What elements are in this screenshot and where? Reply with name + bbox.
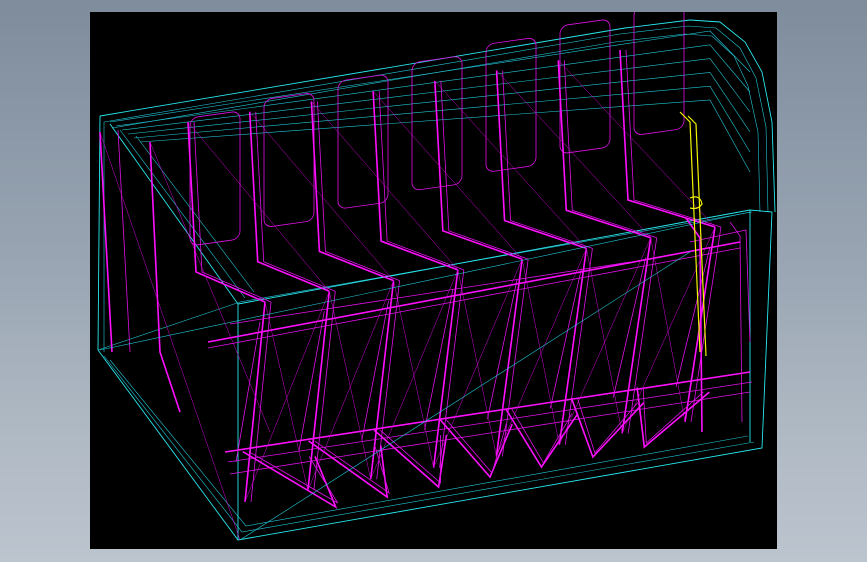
base-inner [103, 355, 755, 533]
roof-diagonal-brace [311, 101, 459, 271]
roof-panel [559, 19, 611, 154]
wall-post-secondary [612, 257, 647, 398]
rear-left-post [97, 115, 101, 351]
roof-rafter [495, 70, 587, 250]
roof-rafter-inner [563, 60, 657, 239]
rear-end-frame-3 [149, 141, 181, 413]
wall-diagonal-brace [650, 237, 686, 423]
floor-truss-inner [380, 429, 441, 484]
structural-frames [99, 49, 753, 509]
wall-diagonal-brace [521, 259, 560, 445]
roof-diagonal-brace [187, 121, 330, 292]
rear-end-frame-2 [117, 129, 131, 353]
eave-beam-lower [207, 247, 741, 349]
floor-truss [570, 397, 645, 459]
roof-rafter-inner [502, 70, 593, 249]
roof-panel [263, 93, 315, 227]
wall-diagonal-brace [329, 291, 371, 480]
roof-longitudinal [109, 30, 751, 123]
roof-rafter [187, 121, 266, 303]
eave-beam [207, 241, 741, 343]
roof-panel [189, 111, 241, 246]
floor-diagonal-brace [239, 251, 691, 541]
wall-diagonal-brace [244, 291, 330, 503]
right-end-post-2 [729, 221, 743, 423]
wall-diagonal-brace [393, 280, 434, 468]
roof-longitudinal [115, 44, 751, 127]
wall-post-secondary [424, 289, 454, 430]
roof-diagonal-brace [249, 111, 394, 281]
floor-diagonal-brace [99, 211, 751, 351]
roof-rafter-inner [255, 111, 336, 292]
floor-truss-inner [642, 387, 704, 444]
floor-truss-inner [577, 397, 638, 454]
roof-rafter-inner [193, 121, 272, 303]
floor-beam-front-3 [229, 391, 751, 475]
left-roof-slope-2 [119, 129, 246, 299]
wall-diagonal-brace [457, 269, 497, 457]
wall-post-secondary [487, 279, 518, 420]
cad-window-background: { "viewport": { "background": "#000000",… [0, 0, 867, 562]
rear-end-frame [99, 131, 113, 353]
end-wall-brace [149, 141, 271, 433]
roof-rafter [372, 91, 459, 271]
roof-rafter [434, 80, 523, 260]
roof-ridge-inner [103, 25, 769, 213]
roof-ridge-inner-2 [111, 33, 761, 213]
wall-diagonal-brace [586, 248, 623, 434]
floor-truss [242, 450, 338, 509]
left-roof-slope [109, 123, 239, 305]
selected-edge-highlight [679, 111, 707, 357]
roof-rafter-inner [378, 91, 464, 271]
cad-3d-viewport[interactable] [90, 12, 777, 549]
wireframe-model[interactable] [90, 12, 777, 549]
end-wall-brace [99, 131, 241, 541]
roof-panel [633, 12, 685, 135]
roof-rafter-inner [440, 80, 529, 260]
wall-post-secondary [361, 300, 389, 441]
selected-edge-2 [687, 115, 707, 357]
